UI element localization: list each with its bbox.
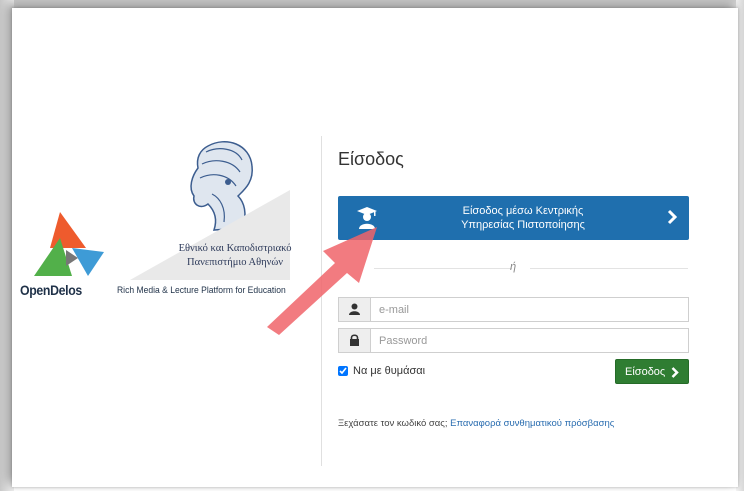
brand-panel: Εθνικό και Καποδιστριακό Πανεπιστήμιο Αθ… (20, 130, 310, 310)
forgot-password: Ξεχάσατε τον κωδικό σας; Επαναφορά συνθη… (338, 418, 614, 429)
password-field-group (338, 328, 689, 353)
vertical-divider (321, 136, 322, 466)
user-icon (349, 303, 360, 315)
university-name-line2: Πανεπιστήμιο Αθηνών (187, 257, 283, 268)
or-text: ή (510, 261, 517, 273)
platform-tagline: Rich Media & Lecture Platform for Educat… (117, 285, 286, 296)
password-addon (339, 329, 371, 352)
chevron-right-icon (671, 367, 679, 378)
login-title: Είσοδος (338, 149, 404, 169)
platform-name: OpenDelos (20, 282, 82, 298)
university-name-line1: Εθνικό και Καποδιστριακό (178, 243, 292, 254)
reset-password-link[interactable]: Επαναφορά συνθηματικού πρόσβασης (450, 418, 614, 429)
remember-me-checkbox[interactable] (338, 366, 348, 376)
sso-label-line2: Υπηρεσίας Πιστοποίησης (461, 219, 585, 231)
login-submit-label: Είσοδος (625, 366, 666, 378)
separator-line-right (530, 268, 688, 269)
university-name: Εθνικό και Καποδιστριακό Πανεπιστήμιο Αθ… (160, 242, 310, 270)
sso-login-button[interactable]: Είσοδος μέσω Κεντρικής Υπηρεσίας Πιστοπο… (338, 196, 689, 240)
email-addon (339, 298, 371, 321)
lock-icon (350, 334, 359, 346)
remember-me-label[interactable]: Να με θυμάσαι (353, 365, 425, 377)
login-submit-button[interactable]: Είσοδος (615, 359, 689, 384)
chevron-right-icon (667, 209, 677, 225)
sso-button-label: Είσοδος μέσω Κεντρικής Υπηρεσίας Πιστοπο… (408, 204, 638, 232)
email-field-group (338, 297, 689, 322)
forgot-password-question: Ξεχάσατε τον κωδικό σας; (338, 418, 448, 429)
email-input[interactable] (371, 298, 681, 321)
sso-label-line1: Είσοδος μέσω Κεντρικής (462, 205, 584, 217)
password-input[interactable] (371, 329, 681, 352)
separator-line-left (374, 268, 512, 269)
or-separator: ή (338, 260, 689, 276)
graduate-user-icon (357, 207, 377, 229)
